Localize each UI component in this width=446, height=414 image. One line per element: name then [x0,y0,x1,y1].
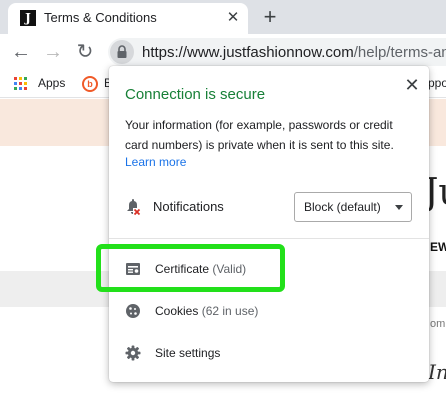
certificate-highlight-box [96,244,285,292]
tab-terms[interactable]: J Terms & Conditions ✕ [8,3,248,34]
page-script-fragment: In [428,360,446,384]
site-info-button[interactable] [110,40,134,64]
apps-label: Apps [38,76,66,90]
cookies-row[interactable]: Cookies (62 in use) [109,291,429,331]
url-text: https://www.justfashionnow.com/help/term… [142,44,446,61]
lock-icon [117,45,127,58]
tab-strip: J Terms & Conditions ✕ + [0,0,446,34]
new-tab-button[interactable]: + [258,5,282,29]
toolbar: ← → ↻ https://www.justfashionnow.com/hel… [0,34,446,70]
site-favicon-icon: J [20,10,36,26]
page-text-fragment: om [430,318,446,330]
popup-close-icon[interactable]: ✕ [401,74,423,96]
bookmark-label-right[interactable]: ppo [428,76,446,90]
forward-button[interactable]: → [40,39,66,65]
page-nav-fragment: EW [430,240,446,254]
cookies-status: (62 in use) [201,304,259,318]
connection-description: Your information (for example, passwords… [125,118,394,152]
cookie-icon [126,304,140,318]
gear-icon [125,345,141,361]
tab-title: Terms & Conditions [44,10,157,25]
notifications-label: Notifications [153,199,224,214]
learn-more-link[interactable]: Learn more [125,155,186,169]
chevron-down-icon [395,205,403,210]
notifications-select[interactable]: Block (default) [294,192,412,222]
back-button[interactable]: ← [8,39,34,65]
notifications-bell-icon [127,199,141,216]
cookies-text: Cookies [155,304,199,318]
site-settings-label: Site settings [155,346,221,360]
apps-grid-icon [14,77,28,91]
popup-divider [109,238,429,239]
url-path: /help/terms-and [353,44,446,61]
address-bar[interactable]: https://www.justfashionnow.com/help/term… [108,38,446,66]
connection-secure-title: Connection is secure [125,86,266,103]
url-host: https://www.justfashionnow.com [142,44,354,61]
reload-button[interactable]: ↻ [72,39,98,65]
site-info-popup: Connection is secure ✕ Your information … [109,66,429,382]
site-settings-row[interactable]: Site settings [109,333,429,373]
cookies-label: Cookies (62 in use) [155,304,258,318]
tab-close-icon[interactable]: ✕ [224,9,242,27]
notifications-select-value: Block (default) [304,200,381,214]
bookmark-favicon-icon[interactable]: b [82,76,98,92]
